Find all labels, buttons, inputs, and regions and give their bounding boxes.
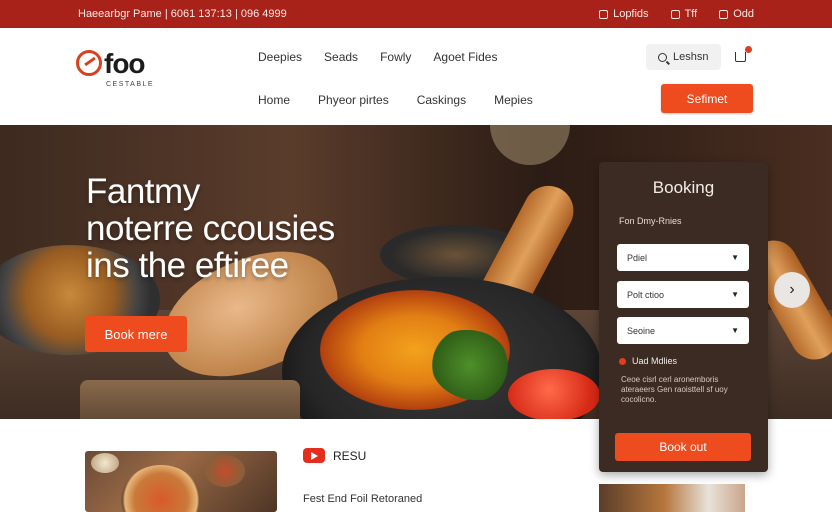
- hero-book-button[interactable]: Book mere: [85, 316, 187, 352]
- gift-icon: [599, 9, 609, 19]
- logo-tagline: CESTABLE: [106, 81, 155, 88]
- nav-item-agoet-fides[interactable]: Agoet Fides: [433, 50, 497, 64]
- chevron-right-icon: ›: [789, 281, 795, 298]
- search-button[interactable]: Leshsn: [646, 44, 721, 70]
- chevron-down-icon: ▼: [731, 326, 739, 335]
- video-play-icon[interactable]: [303, 448, 325, 463]
- side-dish-image: [205, 455, 245, 487]
- nav-item-seads[interactable]: Seads: [324, 50, 358, 64]
- topbar-link-gift[interactable]: Lopfids: [599, 8, 649, 20]
- contact-info: Haeearbgr Pame | 6061 137:13 | 096 4999: [78, 8, 287, 20]
- cup-image: [91, 453, 119, 473]
- select-value: Seoine: [627, 325, 656, 336]
- hero-title-line: ins the eftiree: [86, 246, 289, 285]
- hero-title-line: Fantmy: [86, 172, 200, 211]
- nav-item-deepies[interactable]: Deepies: [258, 50, 302, 64]
- chevron-down-icon: ▼: [731, 253, 739, 262]
- booking-select-2[interactable]: Polt ctioo ▼: [617, 281, 749, 308]
- hero-title: Fantmy noterre ccousies ins the eftiree: [86, 173, 406, 284]
- top-info-bar: Haeearbgr Pame | 6061 137:13 | 096 4999 …: [0, 0, 832, 28]
- cart-button[interactable]: [734, 46, 752, 63]
- secondary-nav: Home Phyeor pirtes Caskings Mepies: [258, 93, 533, 107]
- cart-icon: [735, 52, 746, 62]
- nav-item-caskings[interactable]: Caskings: [417, 93, 466, 107]
- primary-nav: Deepies Seads Fowly Agoet Fides: [258, 50, 497, 64]
- tomato-image: [508, 369, 600, 419]
- section-title: RESU: [333, 449, 367, 463]
- topbar-link-label: Tff: [684, 8, 698, 20]
- fire-icon: [670, 9, 680, 19]
- topbar-link-label: Lopfids: [613, 8, 649, 20]
- topbar-link-fire[interactable]: Tff: [670, 8, 698, 20]
- dish-image: [80, 380, 300, 419]
- chevron-down-icon: ▼: [731, 290, 739, 299]
- carousel-next-button[interactable]: ›: [774, 272, 810, 308]
- booking-title: Booking: [652, 178, 715, 197]
- bag-icon: [719, 9, 729, 19]
- nav-item-fowly[interactable]: Fowly: [380, 50, 411, 64]
- booking-panel: Booking Fon Dmy-Rnies Pdiel ▼ Polt ctioo…: [599, 162, 768, 472]
- submit-button[interactable]: Sefimet: [661, 84, 753, 113]
- nav-item-phyeor-pirtes[interactable]: Phyeor pirtes: [318, 93, 389, 107]
- select-value: Polt ctioo: [627, 289, 665, 300]
- search-icon: [658, 52, 667, 62]
- select-value: Pdiel: [627, 252, 648, 263]
- radio-dot-icon: [619, 357, 626, 365]
- booking-select-1[interactable]: Pdiel ▼: [617, 244, 749, 271]
- booking-subtitle: Fon Dmy-Rnies: [619, 216, 682, 226]
- site-header: foo CESTABLE Deepies Seads Fowly Agoet F…: [0, 28, 832, 125]
- logo-text: foo: [104, 48, 146, 79]
- nav-item-home[interactable]: Home: [258, 93, 290, 107]
- topbar-link-bag[interactable]: Odd: [719, 8, 754, 20]
- hero-title-line: noterre ccousies: [86, 209, 335, 248]
- booking-note: Ceoe cisrl cerl aronemboris ateraeers Ge…: [621, 375, 728, 404]
- booking-option[interactable]: Uad Mdlies: [619, 356, 677, 366]
- search-label: Leshsn: [673, 51, 709, 63]
- logo-mark-icon: [76, 50, 102, 76]
- cart-badge: [745, 46, 752, 53]
- booking-select-3[interactable]: Seoine ▼: [617, 317, 749, 344]
- pizza-image: [121, 465, 201, 512]
- nav-item-mepies[interactable]: Mepies: [494, 93, 533, 107]
- food-thumbnail[interactable]: [85, 451, 277, 512]
- booking-submit-button[interactable]: Book out: [615, 433, 751, 461]
- food-thumbnail[interactable]: [599, 484, 745, 512]
- booking-option-label: Uad Mdlies: [632, 356, 678, 366]
- topbar-link-label: Odd: [733, 8, 754, 20]
- section-subtitle: Fest End Foil Retoraned: [303, 493, 423, 505]
